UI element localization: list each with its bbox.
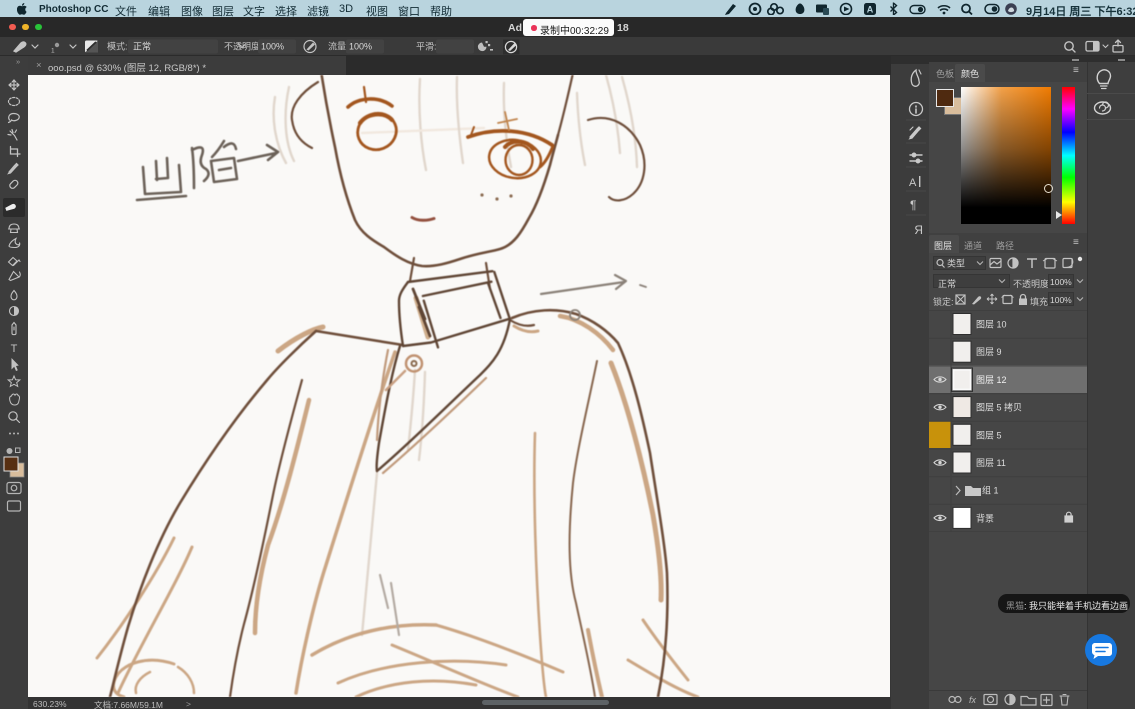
- svg-text:图层 11: 图层 11: [976, 458, 1006, 468]
- svg-text:fx: fx: [969, 695, 977, 705]
- svg-text:背景: 背景: [976, 512, 994, 523]
- svg-text:平滑:: 平滑:: [416, 42, 437, 52]
- svg-text:图层 9: 图层 9: [976, 347, 1002, 357]
- svg-text:模式:: 模式:: [107, 41, 128, 52]
- svg-text:图层 5 拷贝: 图层 5 拷贝: [976, 402, 1022, 413]
- svg-text:R: R: [914, 223, 923, 237]
- svg-text:不透明度:: 不透明度:: [224, 41, 263, 52]
- svg-text:图层 5: 图层 5: [976, 430, 1002, 440]
- svg-text:流量:: 流量:: [328, 41, 349, 52]
- svg-text:组 1: 组 1: [982, 485, 999, 496]
- svg-text:A: A: [909, 177, 917, 189]
- svg-text:100%: 100%: [261, 42, 284, 52]
- svg-text:1: 1: [51, 48, 55, 55]
- svg-text:A: A: [867, 5, 874, 15]
- svg-text:¶: ¶: [910, 198, 916, 212]
- svg-text:图层 12: 图层 12: [976, 375, 1007, 385]
- svg-text:正常: 正常: [133, 41, 151, 52]
- svg-text:»: »: [16, 57, 20, 66]
- svg-text:100%: 100%: [349, 42, 372, 52]
- svg-text:T: T: [11, 343, 18, 355]
- svg-text:图层 10: 图层 10: [976, 320, 1007, 330]
- svg-text:类型: 类型: [947, 258, 965, 269]
